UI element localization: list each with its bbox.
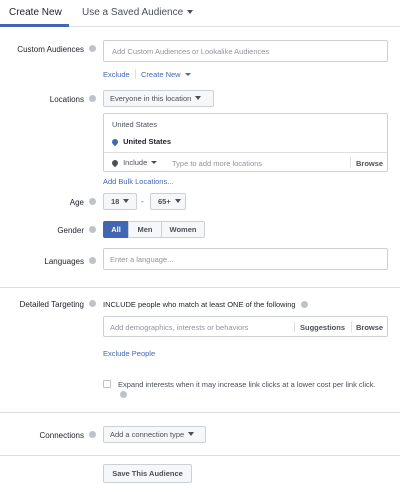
detailed-targeting-label: Detailed Targeting <box>19 300 84 309</box>
info-icon[interactable] <box>120 391 127 398</box>
locations-divider <box>104 152 387 153</box>
section-divider <box>0 455 400 456</box>
suggestions-separator <box>294 322 295 332</box>
info-icon[interactable] <box>89 95 96 102</box>
selected-location: United States <box>110 137 172 147</box>
audience-tabs: Create New Use a Saved Audience <box>0 0 400 27</box>
chevron-down-icon <box>151 161 158 165</box>
age-min-dropdown[interactable]: 18 <box>103 193 137 210</box>
age-max-value: 65+ <box>158 197 171 206</box>
targeting-browse-button[interactable]: Browse <box>356 323 383 332</box>
custom-audiences-placeholder: Add Custom Audiences or Lookalike Audien… <box>112 47 270 56</box>
include-criteria-label: INCLUDE people who match at least ONE of… <box>103 300 296 309</box>
chevron-down-icon <box>187 9 194 14</box>
connection-type-label: Add a connection type <box>110 430 185 439</box>
chevron-down-icon <box>195 96 202 100</box>
location-pin-icon <box>110 137 120 147</box>
tab-saved-audience-label: Use a Saved Audience <box>82 7 184 18</box>
info-icon[interactable] <box>89 257 96 264</box>
tab-create-new[interactable]: Create New <box>9 7 62 18</box>
chevron-down-icon <box>123 199 130 203</box>
age-separator: - <box>141 197 144 206</box>
info-icon[interactable] <box>89 198 96 205</box>
info-icon[interactable] <box>89 300 96 307</box>
browse-separator <box>350 157 351 168</box>
tab-saved-audience[interactable]: Use a Saved Audience <box>82 7 194 18</box>
locations-box: United States United States Include Type… <box>103 113 388 172</box>
custom-audiences-label: Custom Audiences <box>17 45 84 54</box>
chevron-down-icon <box>184 73 191 77</box>
locations-label: Locations <box>49 95 84 104</box>
detailed-targeting-input[interactable]: Add demographics, interests or behaviors… <box>103 316 388 337</box>
create-new-link[interactable]: Create New <box>141 70 191 79</box>
include-dropdown[interactable]: Include <box>110 158 158 168</box>
active-tab-indicator <box>0 24 69 27</box>
section-divider <box>0 287 400 288</box>
connection-type-dropdown[interactable]: Add a connection type <box>103 426 206 443</box>
location-scope-dropdown[interactable]: Everyone in this location <box>103 90 214 107</box>
language-placeholder: Enter a language... <box>110 255 174 264</box>
location-browse-button[interactable]: Browse <box>356 159 383 168</box>
chevron-down-icon <box>188 432 195 436</box>
suggestions-button[interactable]: Suggestions <box>300 323 345 332</box>
location-pin-icon <box>110 158 120 168</box>
language-input[interactable]: Enter a language... <box>103 248 388 270</box>
save-audience-button[interactable]: Save This Audience <box>103 464 192 483</box>
add-bulk-locations-link[interactable]: Add Bulk Locations... <box>103 177 173 186</box>
location-search-input[interactable]: Type to add more locations <box>172 159 262 168</box>
expand-interests-checkbox[interactable] <box>103 380 111 388</box>
info-icon[interactable] <box>89 431 96 438</box>
chevron-down-icon <box>174 199 181 203</box>
languages-label: Languages <box>44 257 84 266</box>
info-icon[interactable] <box>300 300 308 308</box>
browse-separator <box>351 322 352 332</box>
info-icon[interactable] <box>89 45 96 52</box>
include-label: Include <box>123 158 148 167</box>
link-separator <box>135 69 136 79</box>
age-min-value: 18 <box>111 197 120 206</box>
age-label: Age <box>69 198 84 207</box>
location-scope-label: Everyone in this location <box>110 94 192 103</box>
include-criteria-text: INCLUDE people who match at least ONE of… <box>103 300 308 309</box>
detailed-targeting-placeholder: Add demographics, interests or behaviors <box>110 323 249 332</box>
gender-women-button[interactable]: Women <box>161 221 205 238</box>
section-divider <box>0 412 400 413</box>
gender-all-button[interactable]: All <box>103 221 129 238</box>
gender-men-button[interactable]: Men <box>128 221 162 238</box>
info-icon[interactable] <box>89 226 96 233</box>
gender-label: Gender <box>57 226 84 235</box>
selected-location-label: United States <box>123 137 172 146</box>
connections-label: Connections <box>39 431 84 440</box>
age-max-dropdown[interactable]: 65+ <box>150 193 186 210</box>
custom-audiences-input[interactable]: Add Custom Audiences or Lookalike Audien… <box>103 40 388 62</box>
expand-interests-text: Expand interests when it may increase li… <box>118 379 393 390</box>
exclude-link[interactable]: Exclude <box>103 70 130 79</box>
exclude-people-link[interactable]: Exclude People <box>103 349 155 358</box>
expand-interests-label: Expand interests when it may increase li… <box>118 380 376 389</box>
create-new-label: Create New <box>141 70 181 79</box>
country-header: United States <box>112 120 158 129</box>
